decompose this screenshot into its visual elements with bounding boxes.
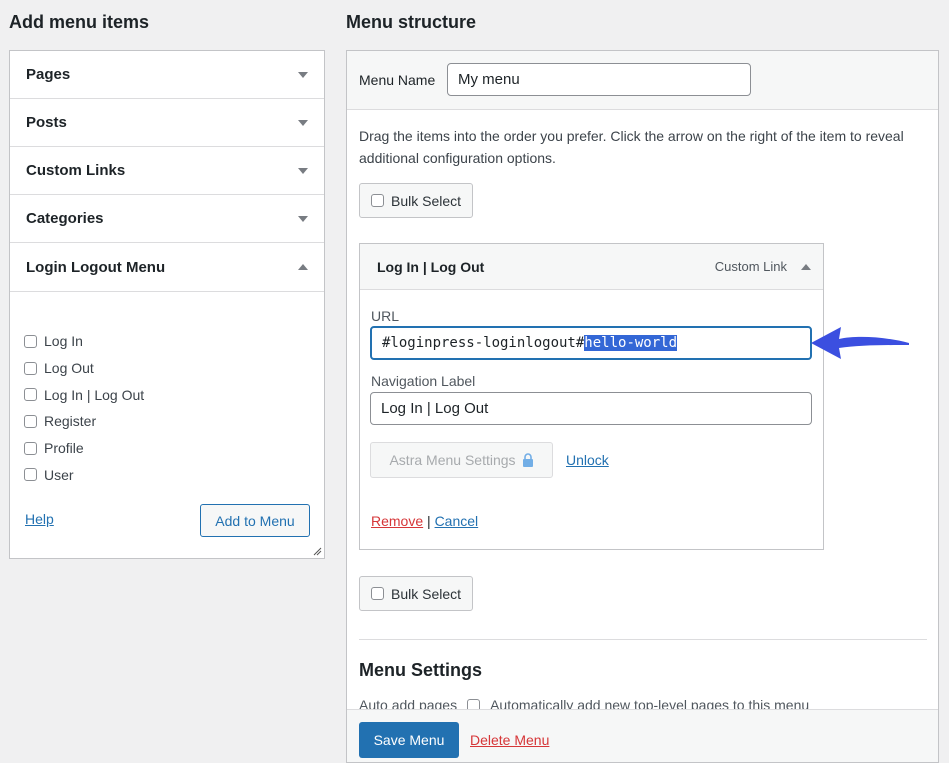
checkbox[interactable] bbox=[24, 334, 37, 348]
section-login-logout-menu[interactable]: Login Logout Menu bbox=[10, 243, 324, 292]
delete-menu-link[interactable]: Delete Menu bbox=[470, 732, 549, 748]
section-pages[interactable]: Pages bbox=[10, 51, 324, 99]
section-label: Custom Links bbox=[26, 162, 126, 179]
divider bbox=[359, 639, 927, 640]
item-label: Register bbox=[44, 413, 97, 430]
section-label: Categories bbox=[26, 210, 104, 227]
url-input[interactable]: #loginpress-loginlogout# hello-world bbox=[370, 326, 812, 360]
section-custom-links[interactable]: Custom Links bbox=[10, 147, 324, 195]
checkbox[interactable] bbox=[24, 468, 37, 482]
item-register[interactable]: Register bbox=[24, 408, 310, 435]
section-label: Pages bbox=[26, 66, 71, 83]
checkbox[interactable] bbox=[24, 414, 37, 428]
bulk-select-label: Bulk Select bbox=[391, 192, 462, 209]
item-log-in[interactable]: Log In bbox=[24, 328, 310, 355]
separator: | bbox=[427, 513, 431, 529]
astra-button-label: Astra Menu Settings bbox=[389, 452, 516, 468]
section-label: Posts bbox=[26, 114, 67, 131]
item-log-out[interactable]: Log Out bbox=[24, 355, 310, 382]
checkbox[interactable] bbox=[371, 194, 384, 207]
menu-item: Log In | Log Out Custom Link URL #loginp… bbox=[359, 243, 824, 550]
chevron-up-icon bbox=[298, 264, 308, 270]
item-label: Log In bbox=[44, 333, 83, 350]
checkbox[interactable] bbox=[24, 388, 37, 402]
cancel-link[interactable]: Cancel bbox=[435, 513, 479, 529]
item-profile[interactable]: Profile bbox=[24, 435, 310, 462]
item-label: Profile bbox=[44, 440, 84, 457]
menu-item-title: Log In | Log Out bbox=[377, 258, 485, 275]
item-label: User bbox=[44, 466, 74, 483]
menu-structure-panel: Menu Name My menu Drag the items into th… bbox=[346, 50, 939, 763]
menu-name-bar: Menu Name My menu bbox=[347, 51, 938, 110]
help-link[interactable]: Help bbox=[25, 511, 54, 527]
chevron-up-icon[interactable] bbox=[801, 263, 811, 270]
item-label: Log In | Log Out bbox=[44, 386, 145, 403]
menu-name-input[interactable]: My menu bbox=[447, 63, 751, 96]
bulk-select-label: Bulk Select bbox=[391, 585, 462, 602]
item-actions: Remove | Cancel bbox=[371, 513, 478, 529]
lock-icon bbox=[522, 453, 533, 467]
section-categories[interactable]: Categories bbox=[10, 195, 324, 243]
url-text: #loginpress-loginlogout# bbox=[382, 335, 585, 351]
login-logout-items: Log In Log Out Log In | Log Out Register… bbox=[10, 292, 324, 488]
url-selected-text: hello-world bbox=[584, 335, 678, 351]
navigation-label-input[interactable]: Log In | Log Out bbox=[370, 392, 812, 425]
menu-item-header[interactable]: Log In | Log Out Custom Link bbox=[360, 244, 823, 290]
chevron-down-icon bbox=[298, 167, 308, 174]
add-menu-items-panel: Pages Posts Custom Links Categories Logi… bbox=[9, 50, 325, 559]
resize-handle-icon[interactable] bbox=[313, 547, 322, 556]
menu-settings-heading: Menu Settings bbox=[359, 660, 483, 680]
section-label: Login Logout Menu bbox=[26, 258, 166, 276]
menu-structure-heading: Menu structure bbox=[346, 12, 477, 32]
bulk-select-top[interactable]: Bulk Select bbox=[359, 183, 474, 218]
add-to-menu-button[interactable]: Add to Menu bbox=[200, 504, 310, 537]
chevron-down-icon bbox=[298, 215, 308, 222]
save-menu-button[interactable]: Save Menu bbox=[359, 722, 459, 758]
astra-menu-settings-button[interactable]: Astra Menu Settings bbox=[370, 442, 553, 478]
checkbox[interactable] bbox=[24, 361, 37, 375]
checkbox[interactable] bbox=[24, 441, 37, 455]
item-label: Log Out bbox=[44, 360, 94, 377]
item-log-in-log-out[interactable]: Log In | Log Out bbox=[24, 381, 310, 408]
menu-name-label: Menu Name bbox=[359, 72, 436, 88]
instructions: Drag the items into the order you prefer… bbox=[359, 128, 904, 166]
chevron-down-icon bbox=[298, 119, 308, 126]
chevron-down-icon bbox=[298, 71, 308, 78]
remove-link[interactable]: Remove bbox=[371, 513, 423, 529]
checkbox[interactable] bbox=[371, 587, 384, 600]
navigation-label-label: Navigation Label bbox=[371, 373, 476, 389]
unlock-link[interactable]: Unlock bbox=[566, 452, 609, 468]
bulk-select-bottom[interactable]: Bulk Select bbox=[359, 576, 474, 611]
item-user[interactable]: User bbox=[24, 461, 310, 488]
menu-item-type: Custom Link bbox=[714, 259, 787, 274]
add-menu-items-heading: Add menu items bbox=[9, 12, 150, 32]
url-label: URL bbox=[371, 308, 400, 324]
arrow-annotation-icon bbox=[811, 327, 909, 359]
footer-bar: Save Menu Delete Menu bbox=[347, 709, 938, 762]
section-posts[interactable]: Posts bbox=[10, 99, 324, 147]
